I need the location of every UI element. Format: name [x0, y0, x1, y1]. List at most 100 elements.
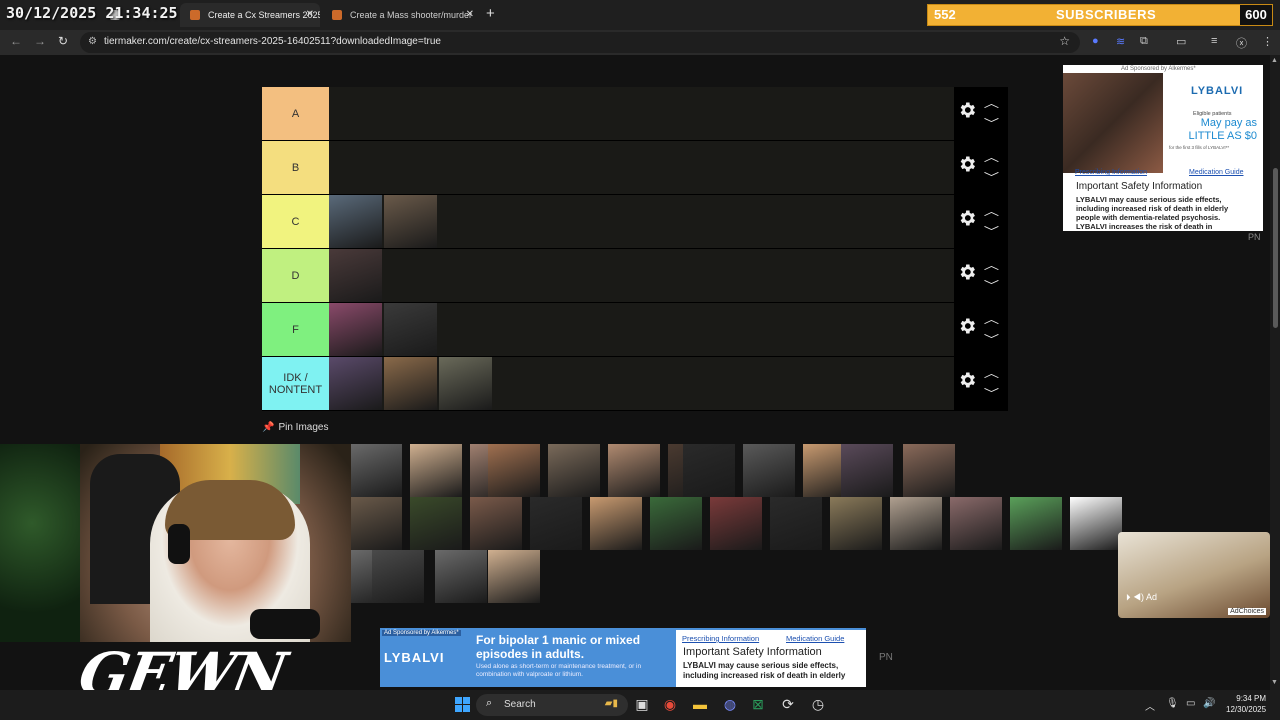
bookmark-star-icon[interactable]: ☆ [1059, 34, 1070, 48]
settings-gear-icon[interactable] [957, 208, 977, 228]
tab-tiermaker-create[interactable]: Create a Cx Streamers 2025 Tie ✕ [180, 3, 320, 27]
tier-item-image[interactable] [384, 195, 437, 248]
tier-label[interactable]: A [262, 87, 329, 140]
discord-icon[interactable]: ◍ [722, 696, 738, 712]
file-explorer-icon[interactable]: ▬ [692, 696, 708, 712]
pool-item-image[interactable] [830, 497, 882, 550]
pool-item-image[interactable] [488, 444, 540, 497]
pool-item-image[interactable] [350, 444, 402, 497]
pool-item-image[interactable] [410, 497, 462, 550]
volume-icon[interactable]: 🔊 [1203, 698, 1215, 709]
reload-icon[interactable]: ↻ [58, 34, 68, 48]
extension-icon[interactable]: ≋ [1116, 35, 1125, 48]
pool-item-image[interactable] [435, 550, 487, 603]
ad-choices-link[interactable]: AdChoices [1228, 608, 1266, 615]
tier-label[interactable]: C [262, 195, 329, 248]
move-tier-down-icon[interactable]: ﹀ [984, 331, 999, 347]
video-ad-controls-icon[interactable]: ⏵ ◀) Ad [1126, 592, 1157, 603]
tier-item-image[interactable] [384, 357, 437, 410]
excel-icon[interactable]: ⊠ [750, 696, 766, 712]
scroll-down-icon[interactable]: ▼ [1271, 679, 1278, 686]
ad-prescribing-link[interactable]: Prescribing Information [682, 634, 759, 643]
pool-item-image[interactable] [1070, 497, 1122, 550]
profile-avatar-icon[interactable]: ⓧ [1236, 35, 1247, 51]
settings-gear-icon[interactable] [957, 262, 977, 282]
pool-item-image[interactable] [350, 497, 402, 550]
pool-item-image[interactable] [650, 497, 702, 550]
tier-label[interactable]: F [262, 303, 329, 356]
pool-item-image[interactable] [410, 444, 462, 497]
pin-images-toggle[interactable]: 📌 Pin Images [262, 422, 328, 438]
pool-item-image[interactable] [590, 497, 642, 550]
banner-ad[interactable]: Ad Sponsored by Alkermes* LYBALVI For bi… [380, 628, 866, 687]
reading-list-icon[interactable]: ≡ [1211, 35, 1217, 47]
move-tier-up-icon[interactable]: ︿ [984, 203, 999, 219]
move-tier-up-icon[interactable]: ︿ [984, 365, 999, 381]
move-tier-up-icon[interactable]: ︿ [984, 95, 999, 111]
move-tier-up-icon[interactable]: ︿ [984, 149, 999, 165]
tier-item-image[interactable] [329, 357, 382, 410]
move-tier-down-icon[interactable]: ﹀ [984, 277, 999, 293]
site-info-icon[interactable]: ⚙ [88, 36, 97, 47]
pool-item-image[interactable] [372, 550, 424, 603]
extensions-puzzle-icon[interactable]: ⧉ [1140, 35, 1148, 48]
pool-item-image[interactable] [470, 497, 522, 550]
pool-item-image[interactable] [710, 497, 762, 550]
mic-tray-icon[interactable]: 🎙 [1166, 698, 1179, 709]
app-icon[interactable]: ⟳ [780, 696, 796, 712]
tray-expand-icon[interactable]: ︿ [1145, 698, 1155, 713]
pool-item-image[interactable] [890, 497, 942, 550]
network-icon[interactable]: ▭ [1186, 698, 1195, 709]
tier-label[interactable]: IDK / NONTENT [262, 357, 329, 410]
move-tier-down-icon[interactable]: ﹀ [984, 169, 999, 185]
page-scrollbar[interactable]: ▲ ▼ [1270, 55, 1280, 690]
tab-mass-create[interactable]: Create a Mass shooter/murder ✕ [322, 3, 480, 27]
address-bar[interactable]: ⚙ tiermaker.com/create/cx-streamers-2025… [80, 32, 1080, 53]
pool-item-image[interactable] [683, 444, 735, 497]
pool-item-image[interactable] [530, 497, 582, 550]
pool-item-image[interactable] [548, 444, 600, 497]
move-tier-up-icon[interactable]: ︿ [984, 257, 999, 273]
menu-kebab-icon[interactable]: ⋮ [1262, 35, 1273, 48]
clock-app-icon[interactable]: ◷ [810, 696, 826, 712]
tier-item-image[interactable] [439, 357, 492, 410]
settings-gear-icon[interactable] [957, 316, 977, 336]
ad-medguide-link[interactable]: Medication Guide [786, 634, 844, 643]
ad-medguide-link[interactable]: Medication Guide [1189, 169, 1243, 176]
back-icon[interactable]: ← [10, 34, 22, 48]
pool-item-image[interactable] [950, 497, 1002, 550]
move-tier-down-icon[interactable]: ﹀ [984, 385, 999, 401]
tier-label[interactable]: B [262, 141, 329, 194]
tier-item-image[interactable] [384, 303, 437, 356]
start-windows-icon[interactable] [455, 697, 471, 713]
taskbar-search[interactable]: ⌕ Search ▰▮ [476, 694, 628, 716]
tier-item-image[interactable] [329, 249, 382, 302]
video-ad[interactable]: ⏵ ◀) Ad AdChoices [1118, 532, 1270, 618]
move-tier-down-icon[interactable]: ﹀ [984, 115, 999, 131]
pool-item-image[interactable] [608, 444, 660, 497]
forward-icon[interactable]: → [34, 34, 46, 48]
pool-item-image[interactable] [841, 444, 893, 497]
close-tab-icon[interactable]: ✕ [466, 3, 474, 27]
settings-gear-icon[interactable] [957, 154, 977, 174]
cast-icon[interactable]: ▭ [1176, 35, 1186, 48]
pool-item-image[interactable] [488, 550, 540, 603]
close-tab-icon[interactable]: ✕ [306, 3, 314, 27]
system-clock[interactable]: 9:34 PM 12/30/2025 [1226, 693, 1266, 715]
tier-item-image[interactable] [329, 303, 382, 356]
pool-item-image[interactable] [770, 497, 822, 550]
scroll-up-icon[interactable]: ▲ [1271, 57, 1278, 64]
move-tier-up-icon[interactable]: ︿ [984, 311, 999, 327]
extension-icon[interactable]: ● [1092, 35, 1099, 47]
task-view-icon[interactable]: ▣ [634, 696, 650, 712]
chrome-icon[interactable]: ◉ [662, 696, 678, 712]
tier-label[interactable]: D [262, 249, 329, 302]
sidebar-ad[interactable]: Ad Sponsored by Alkermes* LYBALVI Eligib… [1063, 65, 1263, 231]
pool-item-image[interactable] [903, 444, 955, 497]
new-tab-icon[interactable]: + [486, 5, 495, 22]
settings-gear-icon[interactable] [957, 100, 977, 120]
tier-item-image[interactable] [329, 195, 382, 248]
scrollbar-thumb[interactable] [1273, 168, 1278, 328]
pool-item-image[interactable] [1010, 497, 1062, 550]
pool-item-image[interactable] [743, 444, 795, 497]
